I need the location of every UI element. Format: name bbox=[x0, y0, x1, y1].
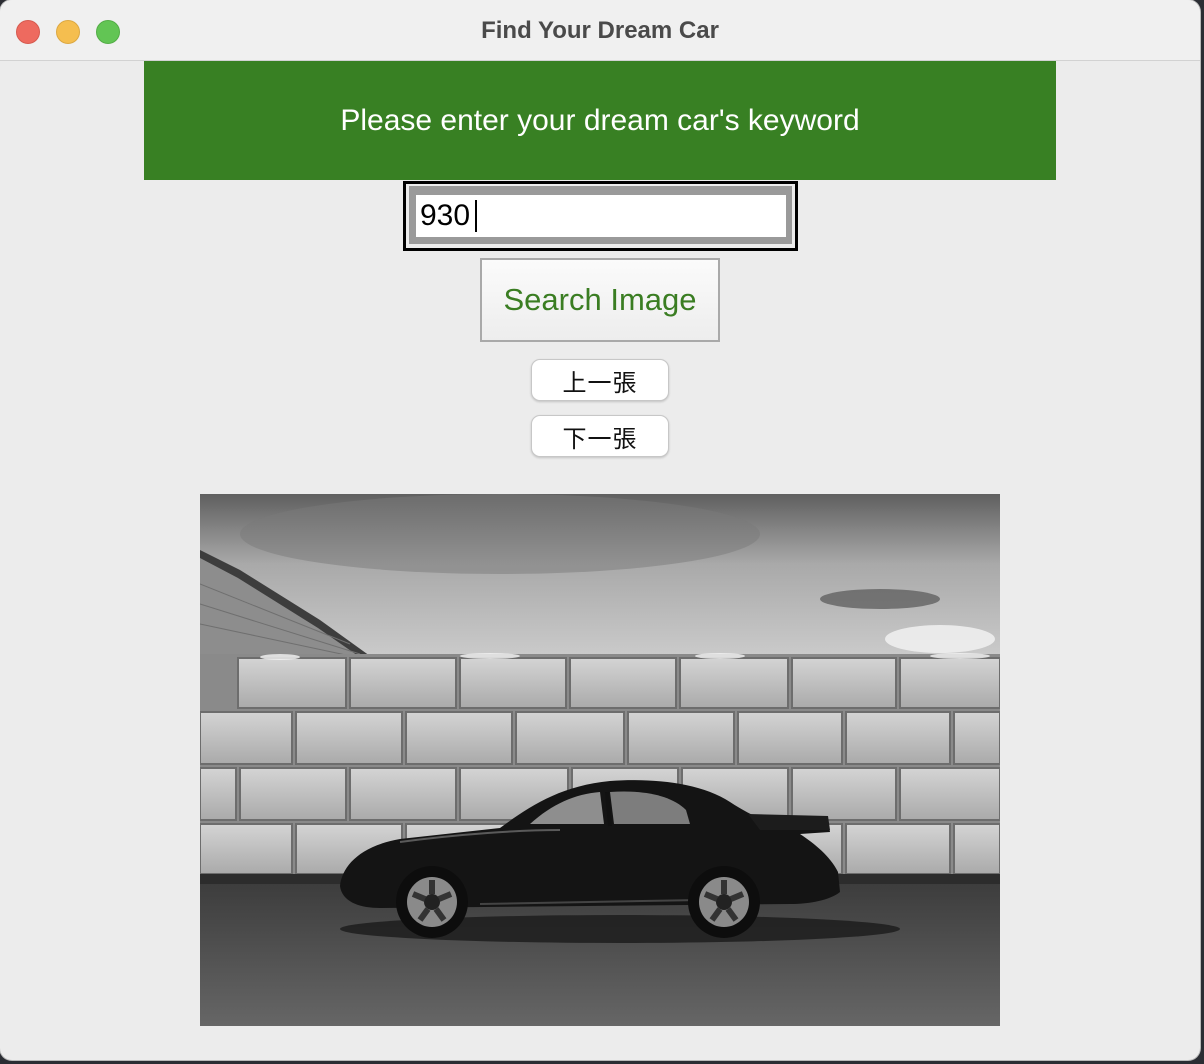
next-image-button-label: 下一張 bbox=[562, 424, 638, 453]
text-caret bbox=[475, 200, 477, 232]
title-bar[interactable]: Find Your Dream Car bbox=[0, 0, 1200, 61]
search-image-button-label: Search Image bbox=[503, 282, 697, 317]
previous-image-button-label: 上一張 bbox=[562, 368, 638, 397]
search-image-button[interactable]: Search Image bbox=[480, 258, 720, 342]
keyword-input-frame bbox=[403, 181, 798, 251]
app-window: Find Your Dream Car Please enter your dr… bbox=[0, 0, 1200, 1060]
window-title: Find Your Dream Car bbox=[481, 17, 719, 44]
prompt-banner: Please enter your dream car's keyword bbox=[144, 61, 1056, 180]
previous-image-button[interactable]: 上一張 bbox=[531, 359, 669, 401]
keyword-input[interactable] bbox=[416, 195, 786, 237]
prompt-banner-text: Please enter your dream car's keyword bbox=[340, 103, 860, 137]
next-image-button[interactable]: 下一張 bbox=[531, 415, 669, 457]
car-photo-illustration bbox=[200, 494, 1000, 1026]
car-photo bbox=[200, 494, 1000, 1026]
